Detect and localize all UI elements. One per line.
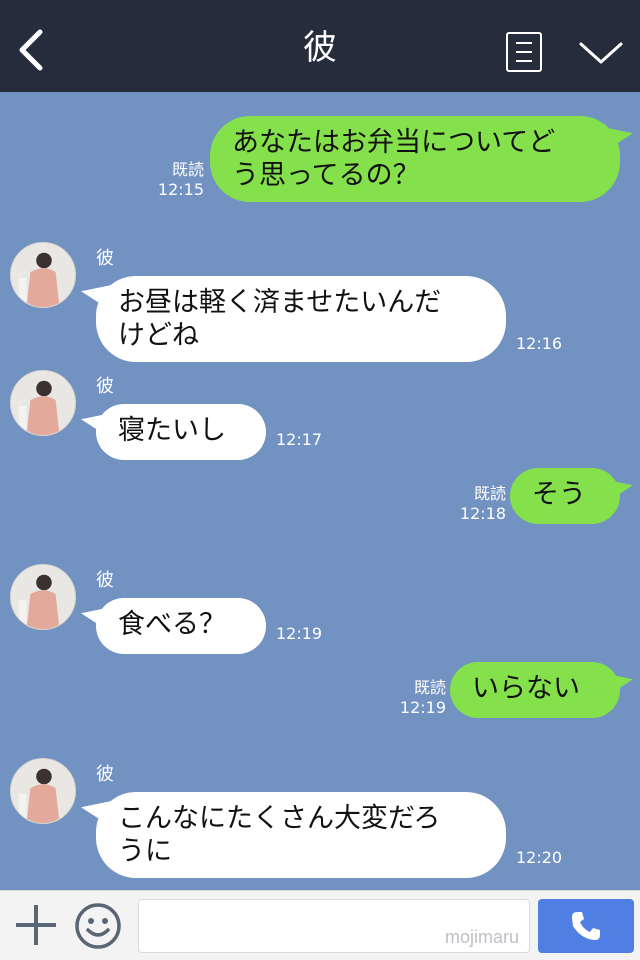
plus-icon[interactable] [14, 903, 58, 947]
message-time: 12:16 [516, 334, 563, 353]
input-bar: mojimaru [0, 890, 640, 960]
message-time: 12:20 [516, 848, 563, 867]
read-receipt: 既読 [473, 484, 506, 503]
chat-header: 彼 [0, 0, 640, 92]
message-time: 12:15 [157, 180, 204, 199]
message-time: 12:19 [276, 624, 323, 643]
message-input[interactable]: mojimaru [138, 899, 530, 953]
message-meta: 既読 12:19 [360, 678, 446, 718]
avatar[interactable] [10, 370, 76, 436]
message-bubble-sent[interactable]: そう [510, 468, 620, 524]
message-time: 12:18 [459, 504, 506, 523]
menu-list-icon[interactable] [506, 32, 542, 72]
emoji-icon[interactable] [74, 902, 122, 950]
avatar[interactable] [10, 242, 76, 308]
message-bubble-received[interactable]: 寝たいし [96, 404, 266, 460]
message-bubble-received[interactable]: 食べる？ [96, 598, 266, 654]
read-receipt: 既読 [171, 160, 204, 179]
message-time: 12:19 [399, 698, 446, 717]
call-button[interactable] [538, 899, 634, 953]
message-bubble-received[interactable]: お昼は軽く済ませたいんだ けどね [96, 276, 506, 362]
chevron-down-icon[interactable] [578, 38, 624, 68]
sender-name: 彼 [96, 376, 114, 397]
sender-name: 彼 [96, 764, 114, 785]
message-bubble-received[interactable]: こんなにたくさん大変だろ うに [96, 792, 506, 878]
sender-name: 彼 [96, 248, 114, 269]
read-receipt: 既読 [413, 678, 446, 697]
message-meta: 既読 12:18 [420, 484, 506, 524]
phone-icon [572, 912, 600, 940]
message-bubble-sent[interactable]: いらない [450, 662, 620, 718]
message-list[interactable]: 既読 12:15 あなたはお弁当についてど う思ってるの？ 彼 お昼は軽く済ませ… [0, 92, 640, 890]
chat-title: 彼 [303, 28, 337, 68]
message-meta: 既読 12:15 [120, 160, 204, 200]
watermark-text: mojimaru [444, 927, 519, 947]
avatar[interactable] [10, 564, 76, 630]
message-time: 12:17 [276, 430, 323, 449]
avatar[interactable] [10, 758, 76, 824]
message-bubble-sent[interactable]: あなたはお弁当についてど う思ってるの？ [210, 116, 620, 202]
sender-name: 彼 [96, 570, 114, 591]
